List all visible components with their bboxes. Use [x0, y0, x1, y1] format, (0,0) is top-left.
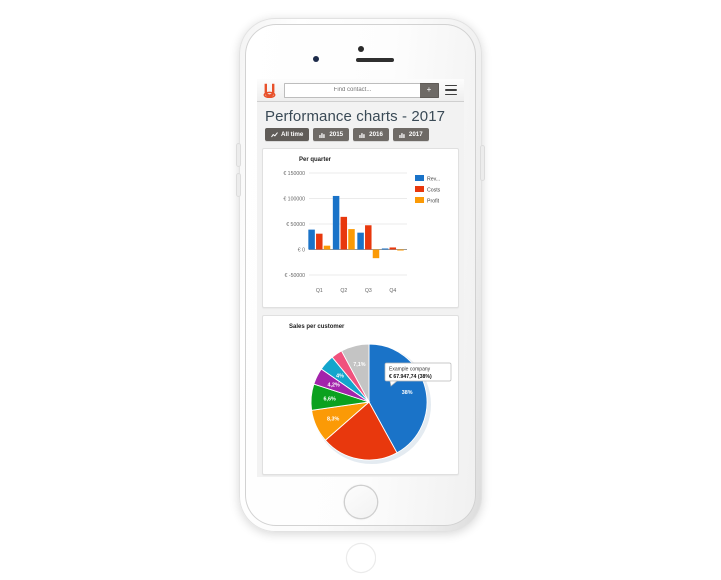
bar[interactable] — [372, 249, 380, 259]
pie-slice-label: 6,6% — [324, 397, 336, 403]
proximity-sensor-icon — [313, 56, 319, 62]
bar[interactable] — [323, 245, 331, 250]
x-axis-tick: Q2 — [340, 288, 347, 294]
bar-chart[interactable]: € 150000 € 100000 € 50000 € 0 € -50000 Q1 Q2 Q3… — [267, 163, 455, 303]
chart-range-tabbar: All time 2015 2016 2017 — [257, 127, 464, 148]
tab-2017[interactable]: 2017 — [392, 128, 429, 141]
y-axis-tick: € 0 — [298, 248, 305, 254]
home-button[interactable] — [344, 486, 377, 518]
bar[interactable] — [348, 229, 355, 250]
tooltip-value: € 67.947,74 (38%) — [389, 374, 432, 380]
bar[interactable] — [308, 229, 315, 250]
tab-label: All time — [281, 131, 304, 138]
tab-label: 2016 — [369, 131, 383, 138]
bar[interactable] — [332, 195, 340, 250]
legend-swatch — [415, 197, 424, 203]
legend-swatch — [415, 175, 424, 181]
unity-u-logo-icon[interactable] — [263, 83, 276, 98]
tab-2016[interactable]: 2016 — [353, 128, 389, 141]
bar-chart-icon — [319, 132, 326, 138]
add-contact-button[interactable]: + — [420, 82, 439, 98]
page-title: Performance charts - 2017 — [265, 108, 446, 125]
y-axis-tick: € 50000 — [286, 222, 305, 228]
page-body: Performance charts - 2017 All time 2015 — [257, 102, 464, 477]
bar[interactable] — [316, 233, 323, 250]
legend-label: Costs — [427, 188, 441, 194]
pie-chart[interactable]: 38% 8,3% 6,6% 4,2% 4% 7,1% Example company€ 67… — [267, 330, 455, 470]
pie-slice-label: 4,2% — [328, 382, 340, 388]
x-axis-tick: Q1 — [316, 288, 323, 294]
phone-reflection — [239, 532, 482, 580]
bar-chart-icon — [399, 132, 406, 138]
power-button[interactable] — [481, 146, 484, 180]
bar-chart-icon — [359, 132, 366, 138]
pie-slice-label: 7,1% — [353, 362, 365, 368]
x-axis-tick: Q3 — [365, 288, 372, 294]
bar[interactable] — [381, 248, 389, 250]
pie-chart-card: Sales per customer 38% 8,3% 6,6% 4,2% 4% 7,1%… — [262, 315, 459, 475]
app-top-bar: + — [257, 79, 464, 102]
tab-label: 2017 — [408, 131, 423, 138]
volume-up-button[interactable] — [237, 144, 240, 166]
tooltip-title: Example company — [389, 367, 431, 373]
bar[interactable] — [365, 225, 372, 250]
phone-screen: + Performance charts - 2017 All time — [257, 79, 464, 477]
y-axis-tick: € 150000 — [283, 171, 305, 177]
line-chart-icon — [271, 131, 278, 138]
volume-down-button[interactable] — [237, 174, 240, 196]
y-axis-tick: € -50000 — [285, 273, 306, 279]
tab-2015[interactable]: 2015 — [313, 128, 350, 141]
bar[interactable] — [397, 249, 404, 251]
legend-swatch — [415, 186, 424, 192]
bar[interactable] — [357, 232, 364, 250]
search-input[interactable] — [284, 82, 420, 98]
search-group: + — [284, 82, 439, 98]
bar[interactable] — [389, 247, 397, 250]
tab-all-time[interactable]: All time — [265, 128, 310, 141]
pie-slice-label: 8,3% — [327, 417, 339, 423]
phone-device: + Performance charts - 2017 All time — [237, 18, 484, 532]
legend-label: Rev... — [427, 177, 440, 183]
legend-label: Profit — [427, 199, 440, 205]
pie-slice-label: 38% — [402, 390, 413, 396]
front-camera-icon — [357, 46, 364, 52]
pie-slice-label: 4% — [336, 373, 344, 379]
earpiece-speaker — [355, 58, 394, 62]
bar-chart-card: Per quarter € 150000 € 100000 € 50000 € 0 € … — [262, 148, 459, 308]
hamburger-menu-icon[interactable] — [445, 84, 457, 96]
bar[interactable] — [340, 216, 348, 250]
tab-label: 2015 — [329, 131, 344, 138]
y-axis-tick: € 100000 — [283, 197, 305, 203]
x-axis-tick: Q4 — [389, 288, 396, 294]
